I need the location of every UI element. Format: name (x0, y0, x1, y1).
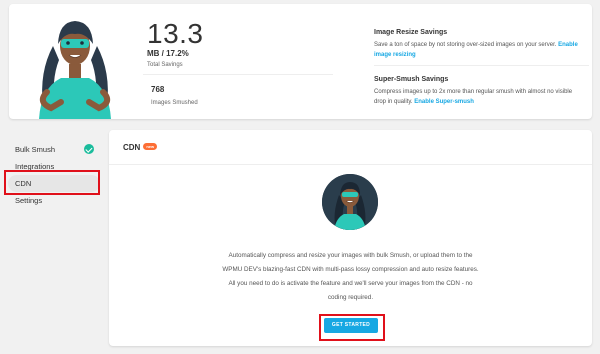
resize-savings-text: Save a ton of space by not storing over-… (374, 42, 557, 48)
super-smush-title: Super-Smush Savings (374, 76, 449, 83)
resize-savings-section: Image Resize Savings Save a ton of space… (374, 29, 584, 60)
images-smushed-count: 768 (151, 85, 165, 94)
cdn-highlight-box (4, 170, 100, 195)
sidebar-item-label: Settings (15, 196, 43, 205)
resize-savings-title: Image Resize Savings (374, 29, 448, 36)
total-savings-label: Total Savings (147, 62, 183, 68)
savings-size-percent: MB / 17.2% (147, 49, 189, 58)
images-smushed-label: Images Smushed (151, 100, 198, 106)
check-circle-icon (84, 144, 94, 154)
new-badge: new (143, 143, 158, 151)
total-savings-value: 13.3 (147, 18, 204, 49)
summary-right-divider (374, 65, 589, 66)
summary-box: 13.3 MB / 17.2% Total Savings 768 Images… (9, 4, 592, 119)
panel-header: CDN new (109, 130, 592, 165)
cdn-description: Automatically compress and resize your i… (222, 252, 479, 301)
get-started-highlight-box (319, 314, 385, 341)
cdn-mascot-avatar (322, 174, 378, 230)
super-smush-section: Super-Smush Savings Compress images up t… (374, 76, 584, 107)
mascot-illustration (39, 21, 111, 119)
sidebar-item-bulk-smush[interactable]: Bulk Smush (8, 141, 100, 158)
super-smush-desc: Compress images up to 2x more than regul… (374, 87, 584, 107)
sidebar-item-label: Bulk Smush (15, 145, 56, 154)
enable-super-smush-link[interactable]: Enable Super-smush (414, 99, 474, 105)
resize-savings-desc: Save a ton of space by not storing over-… (374, 40, 584, 60)
summary-divider (143, 74, 333, 75)
panel-title: CDN (123, 143, 141, 152)
